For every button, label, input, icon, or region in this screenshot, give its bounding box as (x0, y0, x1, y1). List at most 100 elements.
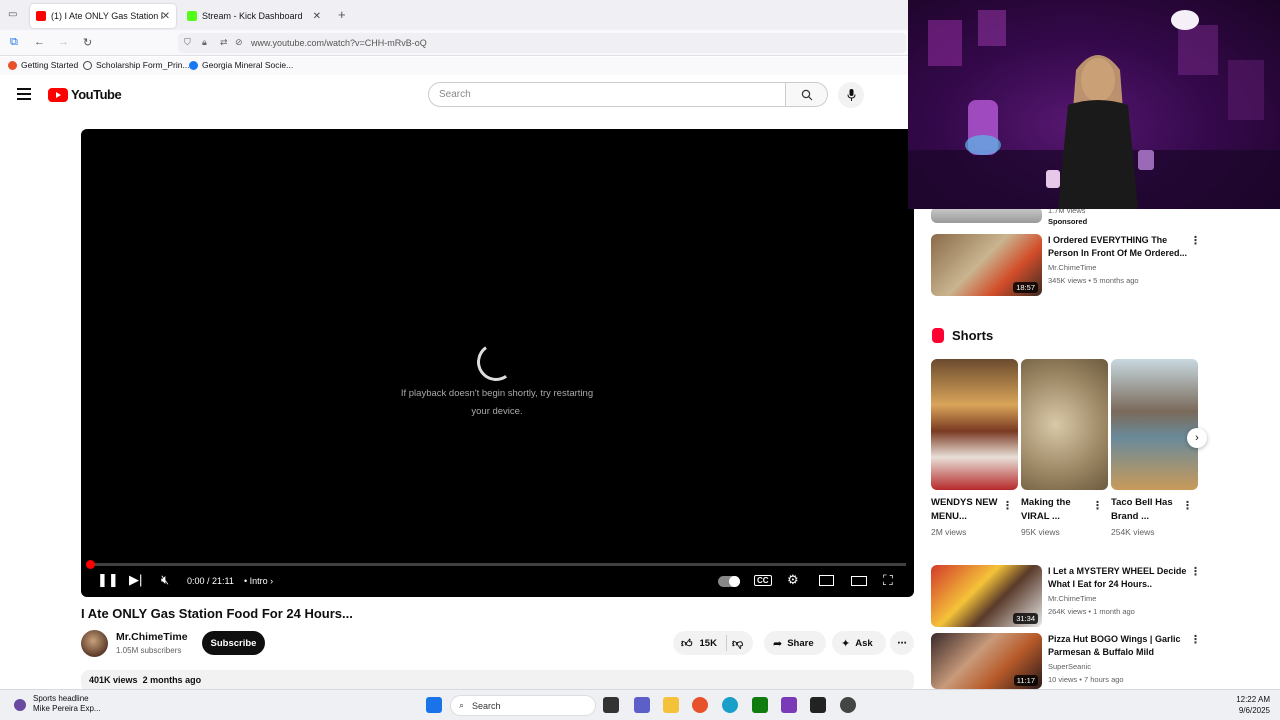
video-player[interactable]: If playback doesn't begin shortly, try r… (81, 129, 914, 597)
bookmark-georgia-mineral[interactable]: Georgia Mineral Socie... (189, 60, 293, 70)
autoplay-knob (729, 576, 740, 587)
close-tab-icon[interactable]: ✕ (313, 11, 321, 22)
bookmark-scholarship[interactable]: Scholarship Form_Prin... (83, 60, 190, 70)
channel-link[interactable]: SuperSeanic (1048, 660, 1091, 673)
theater-mode-icon[interactable] (851, 576, 867, 586)
reload-icon[interactable]: ↻ (83, 36, 92, 49)
short-views: 254K views (1111, 527, 1155, 537)
youtube-play-icon (48, 87, 68, 102)
task-view-icon[interactable] (603, 697, 619, 713)
video-title-link[interactable]: Pizza Hut BOGO Wings | Garlic Parmesan &… (1048, 633, 1198, 659)
more-vert-icon[interactable]: ⋮ (1002, 499, 1013, 512)
news-widget[interactable]: Sports headline Mike Pereira Exp... (33, 694, 101, 714)
time-display: 0:00 / 21:11 (187, 576, 234, 586)
new-tab-button[interactable]: + (338, 7, 346, 22)
sidebar-toggle-icon[interactable]: ⧉ (10, 36, 18, 49)
short-thumbnail[interactable] (1021, 359, 1108, 490)
dislike-icon[interactable]: 👎︎ (732, 637, 743, 650)
muted-volume-icon[interactable]: 🔇︎ (161, 572, 169, 588)
short-thumbnail[interactable] (931, 359, 1018, 490)
upload-date: 2 months ago (142, 675, 202, 685)
search-input[interactable]: Search (428, 82, 786, 107)
more-vert-icon[interactable]: ⋮ (1190, 234, 1201, 247)
partial-thumbnail[interactable] (931, 207, 1042, 223)
address-bar[interactable]: ⛉ 🔒︎ ⇄ ⊘ www.youtube.com/watch?v=CHH-mRv… (178, 33, 906, 53)
news-widget-icon[interactable] (14, 699, 26, 711)
logo-text: YouTube (71, 87, 122, 102)
clock[interactable]: 12:22 AM 9/6/2025 (1224, 694, 1270, 716)
youtube-logo[interactable]: YouTube (48, 87, 122, 102)
file-explorer-icon[interactable] (663, 697, 679, 713)
captions-icon[interactable]: CC (754, 575, 772, 586)
windows-start-icon[interactable] (426, 697, 442, 713)
edge-icon[interactable] (722, 697, 738, 713)
news-subtitle: Mike Pereira Exp... (33, 704, 101, 713)
next-icon[interactable]: ▶| (129, 572, 142, 588)
autoplay-toggle[interactable] (718, 576, 740, 587)
search-icon: ⌕ (459, 700, 465, 710)
channel-link[interactable]: Mr.ChimeTime (1048, 261, 1096, 274)
tab-kick-dashboard[interactable]: Stream - Kick Dashboard ✕ (181, 4, 327, 28)
more-actions-button[interactable]: ⋯ (890, 631, 914, 655)
app-icon[interactable] (840, 697, 856, 713)
sparkle-icon: ✦ (841, 637, 851, 650)
more-vert-icon[interactable]: ⋮ (1190, 565, 1201, 578)
shield-icon[interactable]: ⛉ (184, 37, 191, 48)
more-vert-icon[interactable]: ⋮ (1092, 499, 1103, 512)
video-thumbnail[interactable]: 31:34 (931, 565, 1042, 627)
tab-label: (1) I Ate ONLY Gas Station Food (51, 11, 163, 21)
short-views: 2M views (931, 527, 967, 537)
short-title[interactable]: Taco Bell Has Brand ... (1111, 496, 1181, 524)
settings-gear-icon[interactable]: ⚙ (787, 572, 799, 588)
browser-tab-bar: ▭ (1) I Ate ONLY Gas Station Food ✕ Stre… (0, 0, 908, 30)
terminal-icon[interactable] (810, 697, 826, 713)
video-title-link[interactable]: I Ordered EVERYTHING The Person In Front… (1048, 234, 1188, 260)
tab-overview-icon[interactable]: ▭ (8, 9, 17, 20)
permissions-icon[interactable]: ⇄ (220, 37, 228, 48)
pause-icon[interactable]: ❚❚ (97, 572, 119, 588)
short-title[interactable]: WENDYS NEW MENU... (931, 496, 1001, 524)
channel-name[interactable]: Mr.ChimeTime (116, 631, 188, 643)
bookmark-label: Getting Started (21, 60, 79, 70)
share-button[interactable]: ➦ Share (764, 631, 826, 655)
close-tab-icon[interactable]: ✕ (162, 11, 170, 22)
like-count[interactable]: 15K (700, 638, 717, 649)
video-thumbnail[interactable]: 11:17 (931, 633, 1042, 689)
like-icon[interactable]: 👍︎ (681, 637, 693, 650)
tab-youtube[interactable]: (1) I Ate ONLY Gas Station Food ✕ (30, 4, 176, 28)
channel-link[interactable]: Mr.ChimeTime (1048, 592, 1096, 605)
bookmarks-bar: Getting Started Scholarship Form_Prin...… (0, 57, 908, 75)
url-text: www.youtube.com/watch?v=CHH-mRvB-oQ (251, 38, 427, 48)
menu-icon[interactable] (17, 88, 31, 103)
fullscreen-icon[interactable]: ⛶ (883, 572, 893, 589)
lock-icon[interactable]: 🔒︎ (202, 37, 207, 48)
video-title-link[interactable]: I Let a MYSTERY WHEEL Decide What I Eat … (1048, 565, 1188, 591)
video-thumbnail[interactable]: 18:57 (931, 234, 1042, 296)
firefox-icon[interactable] (692, 697, 708, 713)
more-vert-icon[interactable]: ⋮ (1182, 499, 1193, 512)
search-button[interactable] (786, 82, 828, 107)
back-icon[interactable]: ← (34, 36, 45, 48)
autoplay-blocked-icon[interactable]: ⊘ (235, 37, 243, 48)
voice-search-button[interactable] (838, 82, 864, 108)
subscribe-button[interactable]: Subscribe (202, 631, 265, 655)
progress-bar[interactable] (86, 560, 906, 569)
short-thumbnail[interactable] (1111, 359, 1198, 490)
chevron-right-icon[interactable]: › (1187, 428, 1207, 448)
chapter-button[interactable]: • Intro › (244, 576, 273, 586)
miniplayer-icon[interactable] (819, 575, 834, 586)
forward-icon[interactable]: → (58, 36, 69, 48)
obs-icon[interactable] (781, 697, 797, 713)
bookmark-getting-started[interactable]: Getting Started (8, 60, 78, 70)
more-vert-icon[interactable]: ⋮ (1190, 633, 1201, 646)
short-title[interactable]: Making the VIRAL ... (1021, 496, 1091, 524)
teams-icon[interactable] (634, 697, 650, 713)
video-meta: 10 views • 7 hours ago (1048, 675, 1124, 684)
xbox-icon[interactable] (752, 697, 768, 713)
taskbar-search-input[interactable]: ⌕ Search (450, 695, 596, 716)
subscriber-count: 1.05M subscribers (116, 646, 182, 655)
ask-button[interactable]: ✦ Ask (832, 631, 886, 655)
avatar[interactable] (81, 630, 108, 657)
scrubber-handle[interactable] (86, 560, 95, 569)
microphone-icon (847, 89, 855, 101)
